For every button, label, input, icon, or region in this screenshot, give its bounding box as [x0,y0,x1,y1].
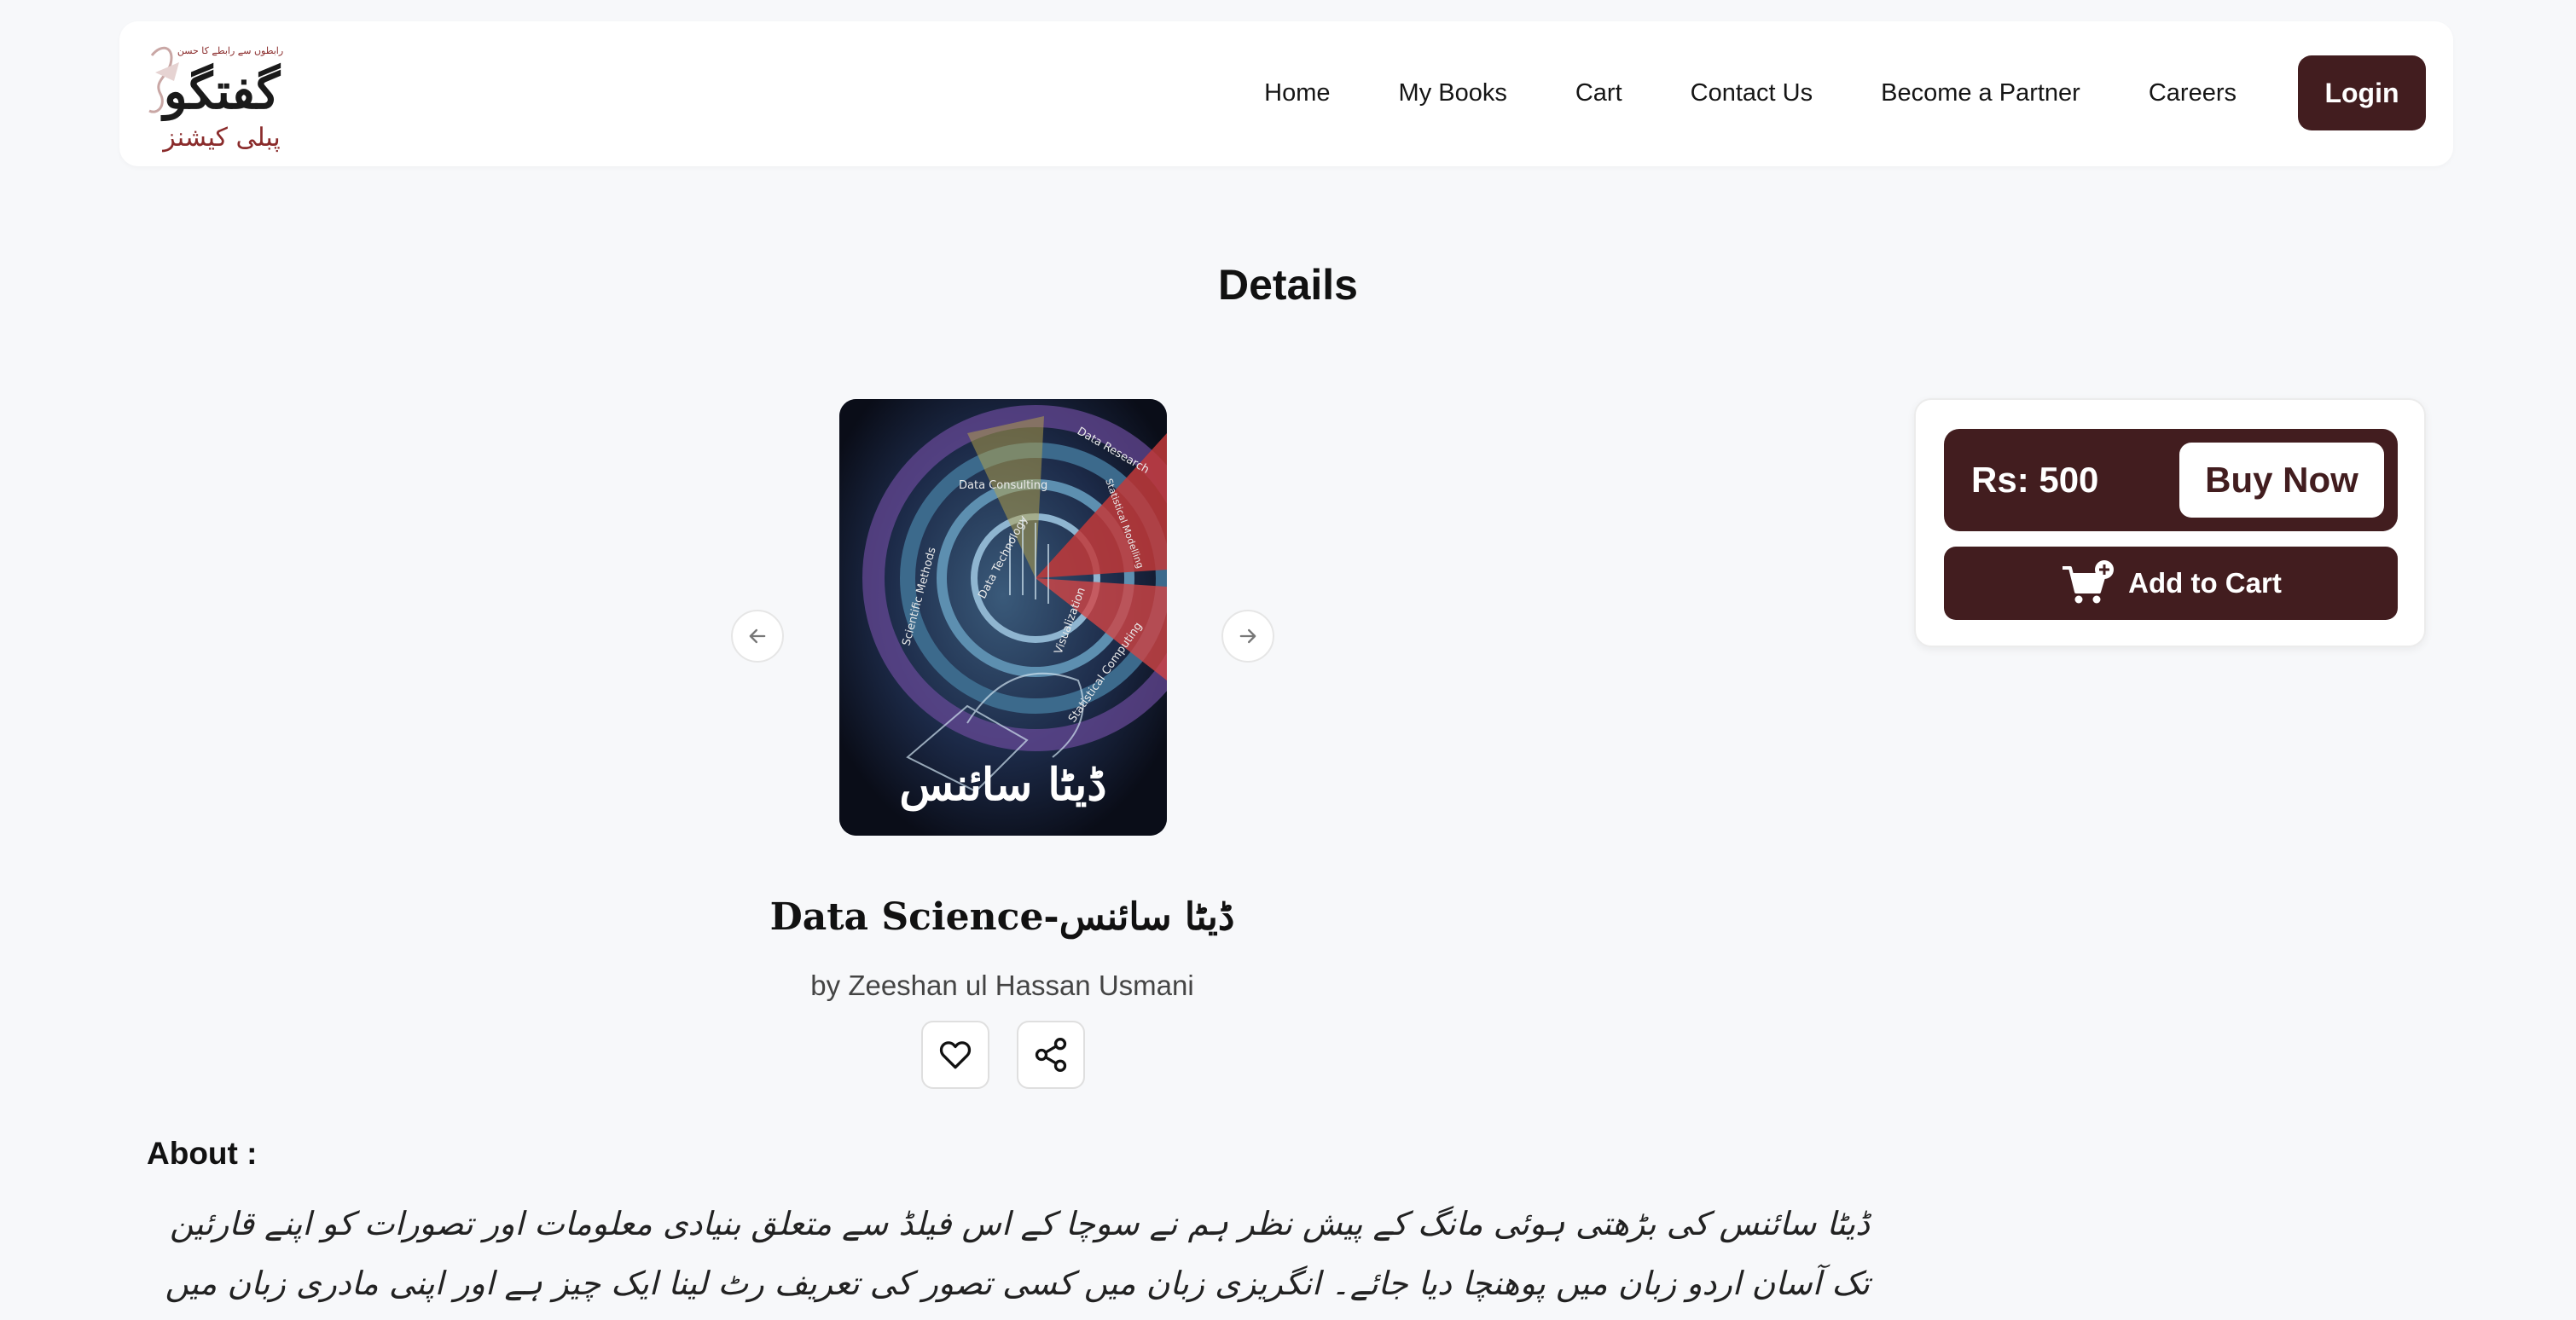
share-button[interactable] [1017,1021,1085,1089]
book-author: by Zeeshan ul Hassan Usmani [810,970,1194,1001]
nav-my-books[interactable]: My Books [1399,79,1507,107]
svg-text:پبلی کیشنز: پبلی کیشنز [161,123,281,153]
buy-now-button[interactable]: Buy Now [2179,443,2384,518]
prev-image-button[interactable] [731,610,784,663]
svg-text:گفتگو: گفتگو [160,62,281,122]
cart-plus-icon [2063,560,2115,604]
add-to-cart-button[interactable]: Add to Cart [1944,547,2398,620]
about-heading: About : [147,1136,258,1171]
guftugu-logo[interactable]: رابطوں سے رابطے کا حسن گفتگو پبلی کیشنز [136,38,307,158]
arrow-left-icon [749,628,766,644]
share-icon [1035,1038,1067,1072]
logo-mark: رابطوں سے رابطے کا حسن گفتگو پبلی کیشنز [148,45,283,153]
login-button[interactable]: Login [2298,55,2426,130]
purchase-card: Rs: 500 Buy Now Add to Cart [1914,398,2426,647]
svg-text:Data Consulting: Data Consulting [959,479,1047,492]
book-title: Data Science-ڈیٹا سائنس [769,895,1235,939]
arrow-right-icon [1239,628,1256,644]
next-image-button[interactable] [1221,610,1274,663]
svg-text:رابطوں سے رابطے کا حسن: رابطوں سے رابطے کا حسن [177,45,283,56]
site-header: رابطوں سے رابطے کا حسن گفتگو پبلی کیشنز … [119,21,2453,166]
page-title: Details [1218,261,1358,309]
nav-careers[interactable]: Careers [2149,79,2237,107]
price-label: Rs: 500 [1971,460,2099,500]
nav-become-partner[interactable]: Become a Partner [1881,79,2080,107]
add-to-cart-label: Add to Cart [2128,567,2282,599]
wishlist-button[interactable] [921,1021,989,1089]
svg-text:ڈیٹا سائنس: ڈیٹا سائنس [899,759,1106,812]
price-bar: Rs: 500 Buy Now [1944,429,2398,531]
book-cover-image: Data Consulting Data Research Data Techn… [839,399,1167,836]
nav-home[interactable]: Home [1264,79,1330,107]
heart-icon [939,1041,972,1069]
nav-contact-us[interactable]: Contact Us [1691,79,1813,107]
cover-illustration: Data Consulting Data Research Data Techn… [839,399,1167,836]
nav-cart[interactable]: Cart [1575,79,1622,107]
main-nav: Home My Books Cart Contact Us Become a P… [1264,55,2426,130]
about-text: ڈیٹا سائنس کی بڑھتی ہوئی مانگ کے پیش نظر… [165,1205,1871,1302]
